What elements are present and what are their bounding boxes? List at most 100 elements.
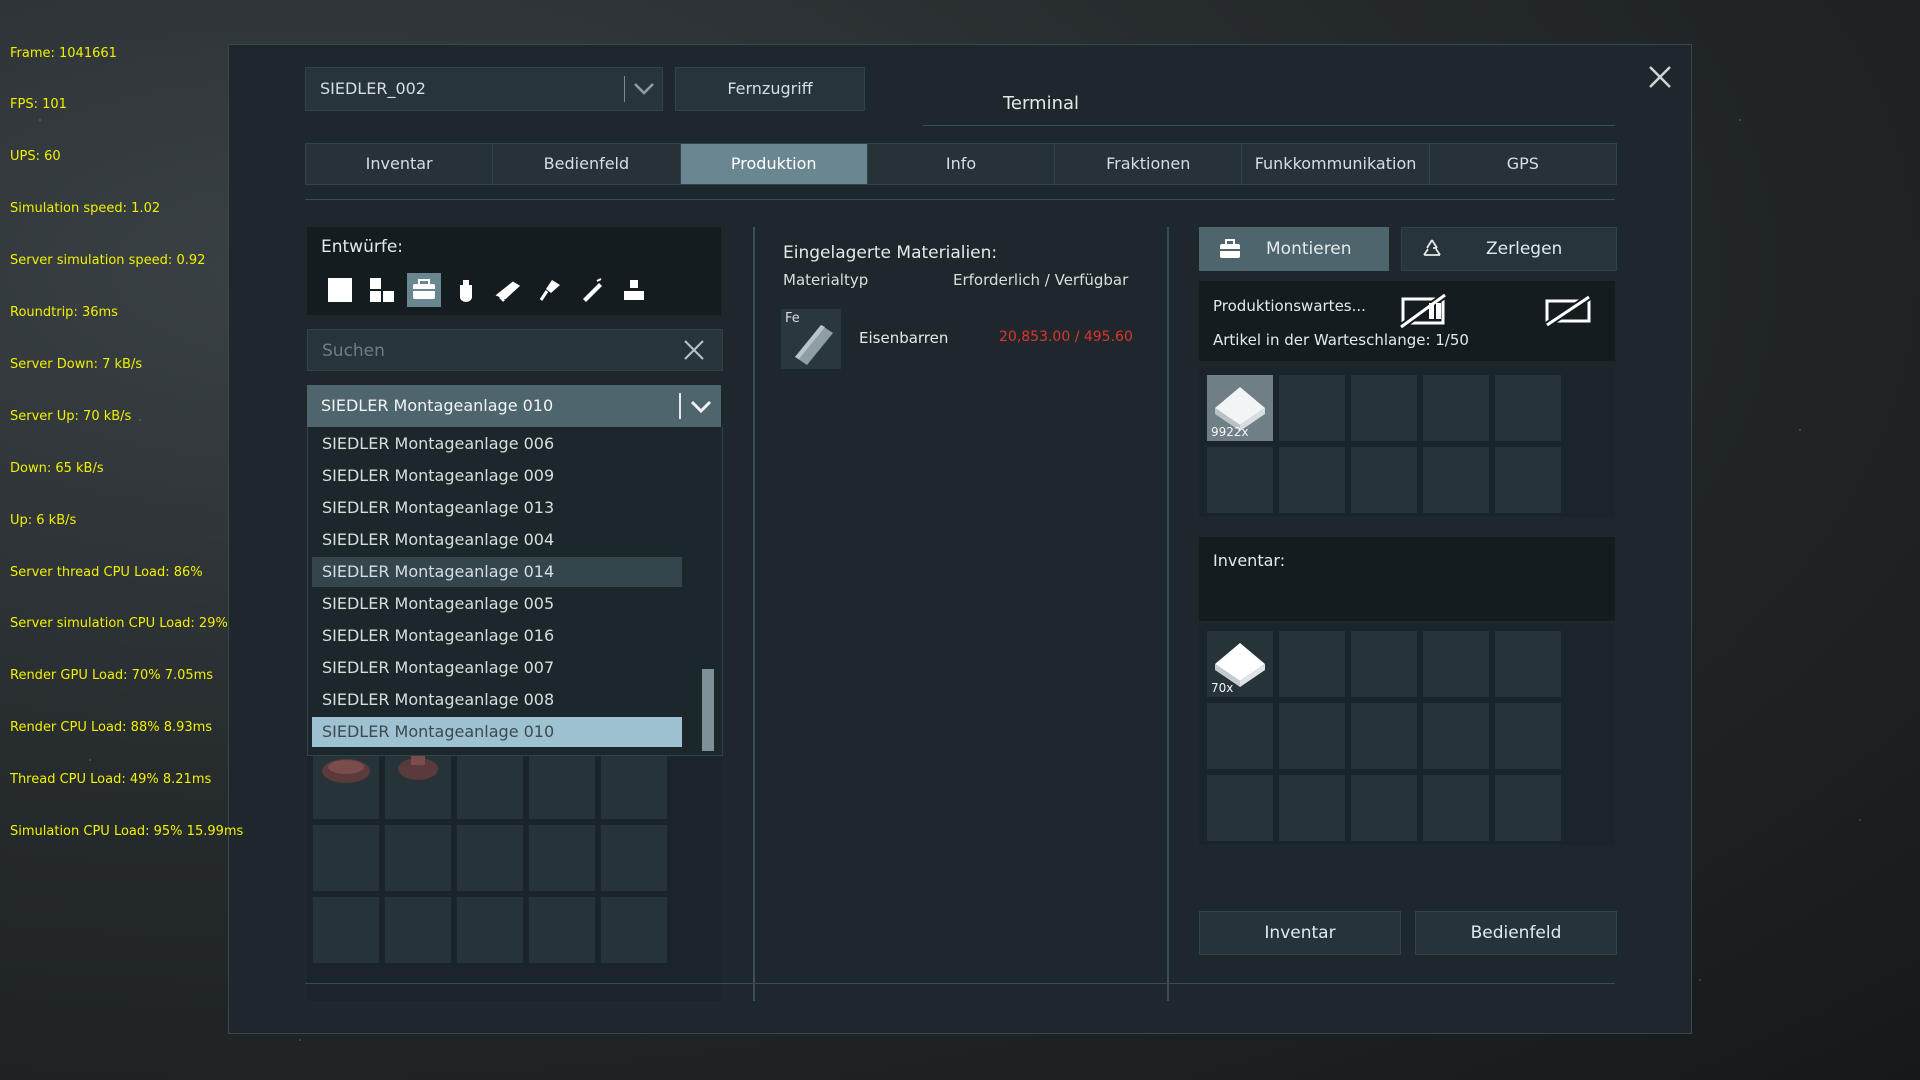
characters-icon[interactable] (617, 273, 651, 307)
weapons-icon[interactable] (491, 273, 525, 307)
all-blocks-icon[interactable] (323, 273, 357, 307)
debug-line: Server Up: 70 kB/s (10, 408, 132, 424)
repeat-mode-icon[interactable] (1399, 293, 1451, 329)
material-row: Fe Eisenbarren 20,853.00 / 495.60 (781, 309, 1161, 371)
inventory-slot[interactable]: 70x (1207, 631, 1273, 697)
slave-mode-icon[interactable] (1543, 293, 1595, 329)
queue-slot[interactable] (1351, 447, 1417, 513)
inventory-title: Inventar: (1213, 551, 1286, 570)
blueprint-slot[interactable] (313, 825, 379, 891)
components-icon[interactable] (407, 273, 441, 307)
inventory-slot[interactable] (1495, 775, 1561, 841)
dropdown-option[interactable]: SIEDLER Montageanlage 008 (312, 685, 682, 715)
dropdown-option[interactable]: SIEDLER Montageanlage 013 (312, 493, 682, 523)
blueprint-slot[interactable] (385, 825, 451, 891)
tab-info[interactable]: Info (868, 144, 1056, 184)
dropdown-option-hovered[interactable]: SIEDLER Montageanlage 014 (312, 557, 682, 587)
search-input[interactable] (320, 330, 664, 372)
dropdown-option[interactable]: SIEDLER Montageanlage 009 (312, 461, 682, 491)
close-icon[interactable] (1644, 61, 1676, 93)
queue-slot[interactable] (1207, 447, 1273, 513)
inventory-slot[interactable] (1423, 631, 1489, 697)
blueprint-slot[interactable] (529, 753, 595, 819)
blueprint-search (307, 329, 723, 372)
dropdown-scrollbar[interactable] (702, 427, 714, 753)
blueprint-slot[interactable] (457, 825, 523, 891)
disassemble-button[interactable]: Zerlegen (1401, 227, 1617, 271)
disassemble-label: Zerlegen (1486, 239, 1563, 259)
blueprint-grid (313, 753, 667, 963)
blueprint-slot[interactable] (601, 753, 667, 819)
large-blocks-icon[interactable] (365, 273, 399, 307)
blueprint-slot[interactable] (529, 897, 595, 963)
blueprints-title: Entwürfe: (321, 237, 404, 257)
queue-slot[interactable]: 9922x (1207, 375, 1273, 441)
grid-selector[interactable]: SIEDLER_002 (305, 67, 663, 111)
welder-icon[interactable] (575, 273, 609, 307)
divider (679, 393, 681, 419)
queue-slot[interactable] (1279, 447, 1345, 513)
dropdown-option[interactable]: SIEDLER Montageanlage 005 (312, 589, 682, 619)
inventory-slot[interactable] (1495, 703, 1561, 769)
inventory-slot[interactable] (1207, 703, 1273, 769)
blueprint-slot[interactable] (601, 897, 667, 963)
blueprint-slot[interactable] (529, 825, 595, 891)
blueprint-slot[interactable] (601, 825, 667, 891)
assembler-select[interactable]: SIEDLER Montageanlage 010 (307, 385, 721, 427)
queue-slot[interactable] (1423, 447, 1489, 513)
drill-icon[interactable] (533, 273, 567, 307)
inventory-header: Inventar: (1199, 537, 1615, 621)
blueprint-slot[interactable] (313, 753, 379, 819)
dropdown-option[interactable]: SIEDLER Montageanlage 016 (312, 621, 682, 651)
queue-slot[interactable] (1423, 375, 1489, 441)
blueprint-slot[interactable] (385, 753, 451, 819)
blueprint-slot[interactable] (385, 897, 451, 963)
inventory-slot[interactable] (1279, 631, 1345, 697)
inventory-slot[interactable] (1207, 775, 1273, 841)
inventory-slot[interactable] (1423, 775, 1489, 841)
remote-access-button[interactable]: Fernzugriff (675, 67, 865, 111)
tab-factions[interactable]: Fraktionen (1055, 144, 1243, 184)
inventory-slot[interactable] (1495, 631, 1561, 697)
tools-icon[interactable] (449, 273, 483, 307)
blueprint-slot[interactable] (313, 897, 379, 963)
debug-line: Server Down: 7 kB/s (10, 356, 143, 372)
blueprint-slot[interactable] (457, 897, 523, 963)
divider (923, 125, 1615, 126)
control-panel-button[interactable]: Bedienfeld (1415, 911, 1617, 955)
tab-bar: Inventar Bedienfeld Produktion Info Frak… (305, 143, 1617, 185)
materials-title: Eingelagerte Materialien: (783, 243, 998, 263)
dropdown-option-selected[interactable]: SIEDLER Montageanlage 010 (312, 717, 682, 747)
tab-control-panel[interactable]: Bedienfeld (493, 144, 681, 184)
tab-radio-communication[interactable]: Funkkommunikation (1242, 144, 1430, 184)
inventory-button[interactable]: Inventar (1199, 911, 1401, 955)
tab-production[interactable]: Produktion (680, 144, 868, 184)
queue-slot[interactable] (1495, 375, 1561, 441)
queue-slot[interactable] (1279, 375, 1345, 441)
recycle-icon (1423, 239, 1441, 256)
queue-slot[interactable] (1351, 375, 1417, 441)
blueprint-slot[interactable] (457, 753, 523, 819)
assemble-button[interactable]: Montieren (1199, 227, 1389, 271)
production-queue-grid: 9922x (1207, 375, 1561, 513)
debug-line: Server simulation speed: 0.92 (10, 253, 206, 269)
dropdown-option[interactable]: SIEDLER Montageanlage 004 (312, 525, 682, 555)
inventory-slot[interactable] (1351, 703, 1417, 769)
dropdown-option[interactable]: SIEDLER Montageanlage 007 (312, 653, 682, 683)
inventory-slot[interactable] (1279, 703, 1345, 769)
clear-search-icon[interactable] (682, 338, 706, 362)
scrollbar-thumb[interactable] (702, 669, 714, 751)
inventory-slot[interactable] (1423, 703, 1489, 769)
tab-inventory[interactable]: Inventar (306, 144, 494, 184)
debug-line: Simulation CPU Load: 95% 15.99ms (10, 823, 244, 839)
debug-line: Frame: 1041661 (10, 45, 117, 61)
inventory-slot[interactable] (1279, 775, 1345, 841)
divider (1167, 227, 1169, 1001)
debug-line: Render GPU Load: 70% 7.05ms (10, 668, 214, 684)
material-amount: 20,853.00 / 495.60 (999, 329, 1133, 345)
tab-gps[interactable]: GPS (1430, 144, 1616, 184)
dropdown-option[interactable]: SIEDLER Montageanlage 006 (312, 429, 682, 459)
inventory-slot[interactable] (1351, 775, 1417, 841)
inventory-slot[interactable] (1351, 631, 1417, 697)
queue-slot[interactable] (1495, 447, 1561, 513)
